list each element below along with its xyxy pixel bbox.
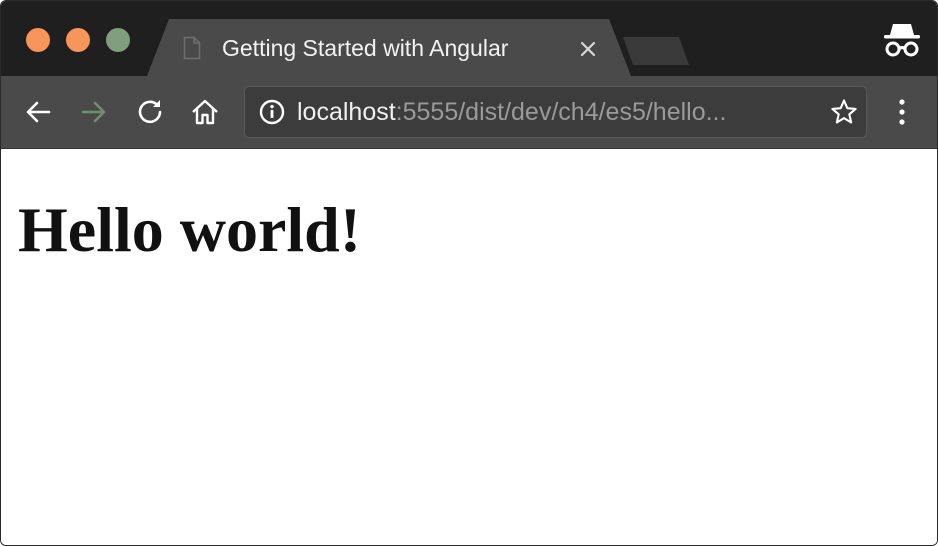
- star-icon[interactable]: [830, 98, 858, 126]
- url-text[interactable]: localhost:5555/dist/dev/ch4/es5/hello...: [297, 98, 726, 126]
- home-icon[interactable]: [188, 95, 222, 129]
- arrow-left-icon[interactable]: [21, 95, 55, 129]
- window-maximize-button[interactable]: [106, 28, 130, 52]
- page-heading: Hello world!: [18, 194, 362, 265]
- tab-title[interactable]: Getting Started with Angular: [222, 34, 508, 62]
- browser-window: Getting Started with Angular localhost:5…: [0, 0, 938, 546]
- tab-strip: Getting Started with Angular: [1, 1, 937, 76]
- url-path: :5555/dist/dev/ch4/es5/hello...: [395, 98, 727, 126]
- page-viewport: Hello world!: [1, 149, 937, 545]
- arrow-right-icon[interactable]: [77, 95, 111, 129]
- window-minimize-button[interactable]: [66, 28, 90, 52]
- window-close-button[interactable]: [26, 28, 50, 52]
- address-bar[interactable]: localhost:5555/dist/dev/ch4/es5/hello...: [244, 86, 867, 138]
- new-tab-button[interactable]: [623, 37, 689, 65]
- browser-toolbar: localhost:5555/dist/dev/ch4/es5/hello...: [1, 76, 937, 149]
- document-icon: [183, 36, 201, 60]
- reload-icon[interactable]: [133, 95, 167, 129]
- incognito-icon: [881, 21, 923, 59]
- url-host: localhost: [297, 98, 396, 126]
- more-vertical-icon[interactable]: [885, 95, 919, 129]
- info-icon[interactable]: [259, 99, 285, 125]
- close-icon[interactable]: [575, 36, 601, 62]
